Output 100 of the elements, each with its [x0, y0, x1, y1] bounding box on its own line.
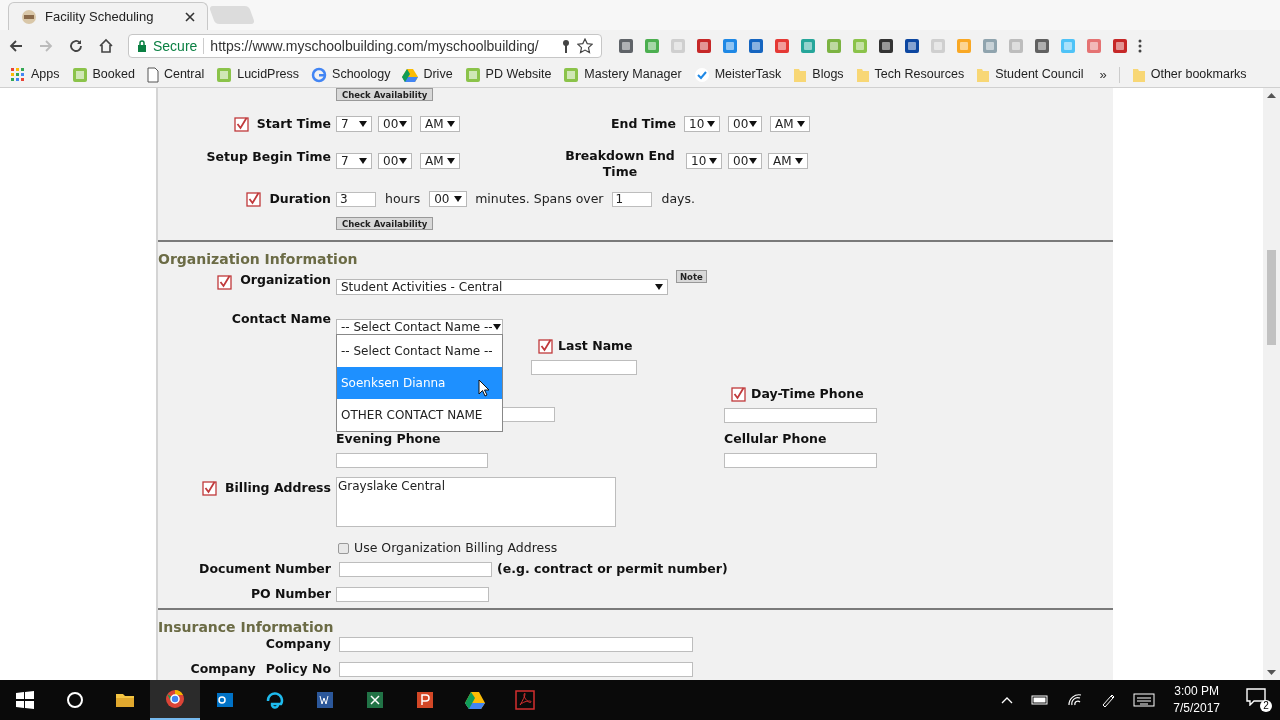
- caret-icon: [707, 121, 715, 127]
- mouse-pointer-icon: [478, 379, 490, 397]
- dropdown-option[interactable]: -- Select Contact Name --: [337, 335, 502, 367]
- dropdown[interactable]: 00: [378, 116, 412, 132]
- extension-icon[interactable]: [1034, 38, 1050, 54]
- bookmark-item[interactable]: LucidPress: [216, 65, 300, 84]
- slides-app-icon[interactable]: [414, 689, 436, 711]
- extension-icon[interactable]: [696, 38, 712, 54]
- scroll-down-icon[interactable]: [1267, 670, 1276, 676]
- wifi-icon[interactable]: [1067, 693, 1084, 707]
- bookmark-item[interactable]: MeisterTask: [693, 65, 782, 84]
- star-icon[interactable]: [577, 38, 593, 54]
- search-icon[interactable]: [64, 689, 86, 711]
- input-field[interactable]: [724, 453, 877, 468]
- field-label: Setup Begin Time: [206, 147, 331, 166]
- caret-icon: [399, 121, 407, 127]
- scrollbar-thumb[interactable]: [1267, 250, 1276, 345]
- more-bookmarks-button[interactable]: »: [1099, 64, 1107, 85]
- field-label: PO Number: [250, 584, 331, 603]
- clock[interactable]: 3:00 PM 7/5/2017: [1173, 683, 1220, 717]
- dropdown[interactable]: -- Select Contact Name --: [336, 319, 503, 335]
- bookmark-item[interactable]: Other bookmarks: [1131, 65, 1247, 84]
- windows-logo-icon[interactable]: [14, 689, 36, 711]
- browser-tab[interactable]: Facility Scheduling: [8, 2, 208, 30]
- check-availability-button[interactable]: Check Availability: [336, 88, 434, 101]
- folder-icon: [1131, 66, 1146, 83]
- input-field[interactable]: [531, 360, 637, 375]
- address-bar[interactable]: Secure https://www.myschoolbuilding.com/myschoolbuilding/: [128, 34, 602, 58]
- field-label: Duration: [269, 189, 331, 208]
- bookmark-item[interactable]: Tech Resources: [855, 65, 965, 84]
- note-button[interactable]: Note: [676, 270, 707, 283]
- pen-icon[interactable]: [1101, 693, 1116, 707]
- input-field[interactable]: 3: [336, 191, 376, 207]
- reload-icon[interactable]: [68, 38, 84, 54]
- bookmark-item[interactable]: Student Council: [976, 65, 1084, 84]
- folder-icon: [793, 66, 808, 83]
- dropdown[interactable]: AM: [420, 153, 460, 169]
- dropdown[interactable]: AM: [770, 116, 810, 132]
- dropdown[interactable]: 7: [336, 116, 372, 132]
- g-letter-icon: [311, 66, 328, 83]
- extension-icon[interactable]: [1112, 38, 1128, 54]
- pdf-app-icon[interactable]: [514, 689, 536, 711]
- chevron-up-icon[interactable]: [1001, 696, 1014, 704]
- bookmark-item[interactable]: Central: [146, 65, 205, 84]
- check-icon: [693, 66, 710, 83]
- extension-icon[interactable]: [878, 38, 894, 54]
- extension-icon[interactable]: [748, 38, 764, 54]
- dropdown[interactable]: AM: [420, 116, 460, 132]
- text-area[interactable]: Grayslake Central: [336, 477, 616, 527]
- field-label: Start Time: [256, 114, 331, 133]
- browser-app-icon[interactable]: [264, 689, 286, 711]
- caret-icon: [399, 158, 407, 164]
- check-availability-button[interactable]: Check Availability: [336, 217, 434, 230]
- home-icon[interactable]: [98, 38, 114, 54]
- back-icon[interactable]: [8, 38, 24, 54]
- bookmark-item[interactable]: Blogs: [793, 65, 844, 84]
- dropdown[interactable]: AM: [768, 153, 808, 169]
- app-icon: [71, 66, 88, 83]
- scroll-up-icon[interactable]: [1267, 92, 1276, 98]
- input-field[interactable]: [339, 636, 693, 652]
- dropdown[interactable]: 10: [686, 153, 722, 169]
- bookmark-item[interactable]: Apps: [10, 65, 60, 84]
- triangle-logo-icon[interactable]: [464, 689, 486, 711]
- taskbar-button[interactable]: [150, 680, 200, 720]
- key-icon[interactable]: [561, 39, 571, 53]
- dropdown[interactable]: 00: [728, 153, 762, 169]
- bookmark-item[interactable]: Mastery Manager: [563, 65, 682, 84]
- bookmark-item[interactable]: Booked: [71, 65, 135, 84]
- input-field[interactable]: [339, 561, 492, 577]
- input-field[interactable]: [724, 408, 877, 423]
- page-icon: [146, 66, 159, 83]
- browser-app-icon[interactable]: [164, 688, 186, 710]
- extension-icon[interactable]: [904, 38, 920, 54]
- keyboard-icon[interactable]: [1133, 693, 1156, 707]
- time-text: 3:00 PM: [1174, 683, 1219, 700]
- dropdown[interactable]: 7: [336, 153, 372, 169]
- input-field[interactable]: [339, 661, 693, 677]
- dropdown[interactable]: 00: [728, 116, 762, 132]
- extension-icon[interactable]: [618, 38, 634, 54]
- scrollbar[interactable]: [1263, 88, 1280, 680]
- app-icon: [464, 66, 481, 83]
- document-app-icon[interactable]: [314, 689, 336, 711]
- input-field[interactable]: [336, 586, 489, 602]
- input-field[interactable]: 1: [611, 191, 652, 207]
- input-field[interactable]: [336, 453, 488, 468]
- bookmark-item[interactable]: Schoology: [311, 65, 391, 84]
- battery-icon[interactable]: [1031, 695, 1050, 705]
- checkbox[interactable]: [338, 542, 349, 554]
- dropdown[interactable]: 10: [684, 116, 720, 132]
- menu-icon[interactable]: [1138, 39, 1142, 53]
- close-icon[interactable]: [185, 11, 195, 22]
- bookmark-item[interactable]: PD Website: [464, 65, 552, 84]
- bookmark-item[interactable]: Drive: [402, 65, 453, 84]
- field-label: Company: [265, 634, 331, 653]
- spreadsheet-app-icon[interactable]: [364, 689, 386, 711]
- dropdown-option[interactable]: OTHER CONTACT NAME: [337, 399, 502, 431]
- dropdown[interactable]: Student Activities - Central: [336, 279, 668, 295]
- dropdown[interactable]: 00: [378, 153, 412, 169]
- dropdown[interactable]: 00: [429, 191, 468, 207]
- caret-icon: [447, 158, 455, 164]
